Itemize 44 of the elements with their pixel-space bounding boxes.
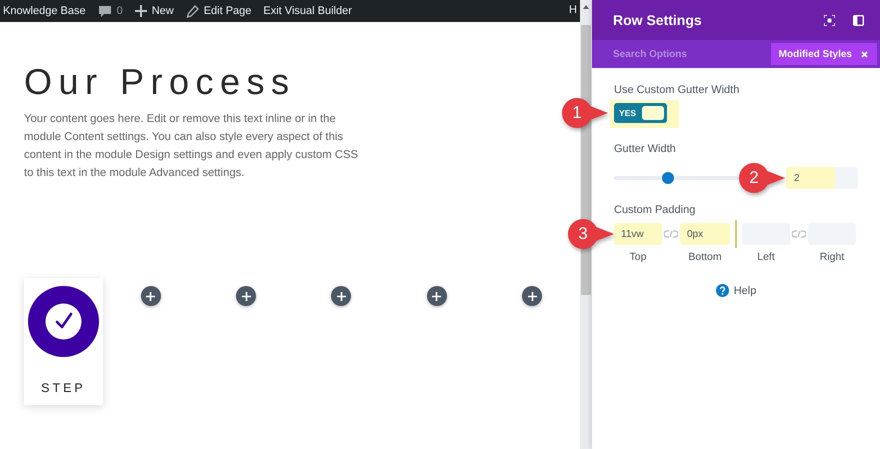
scroll-up-icon[interactable] bbox=[582, 3, 590, 11]
panel-title: Row Settings bbox=[613, 12, 703, 28]
plus-icon bbox=[528, 292, 537, 300]
toolbar-link[interactable]: Exit Visual Builder bbox=[263, 5, 352, 17]
toolbar-link[interactable]: 0 bbox=[98, 4, 123, 18]
step-label: STEP bbox=[41, 381, 86, 395]
filter-tab[interactable]: Modified Styles bbox=[770, 43, 877, 65]
toggle-switch[interactable]: YES bbox=[614, 103, 668, 123]
setting-label: Use Custom Gutter Width bbox=[614, 84, 740, 96]
page-heading: Our Process bbox=[24, 60, 297, 104]
field-label: Left bbox=[757, 251, 775, 263]
field-label: Top bbox=[630, 251, 646, 263]
body-text: Your content goes here. Edit or remove this text inline or in the module Content settings. You can also style every aspect of this content in the module Design settings and even apply custom CSS to this text in the module Advanced settings. bbox=[24, 112, 360, 181]
input-field[interactable]: 11vw bbox=[614, 223, 662, 245]
comment-icon bbox=[98, 4, 112, 18]
focus-icon[interactable] bbox=[824, 14, 835, 26]
toolbar-link[interactable]: Edit Page bbox=[186, 4, 252, 18]
plus-icon bbox=[146, 292, 156, 300]
sidebar-icon[interactable] bbox=[853, 14, 864, 26]
field-label: Right bbox=[820, 251, 844, 263]
plus-icon bbox=[432, 292, 442, 300]
add-module-button[interactable] bbox=[140, 286, 161, 306]
check-circle-icon bbox=[28, 286, 99, 357]
search-field[interactable]: Search Options bbox=[613, 48, 733, 60]
pencil-icon bbox=[186, 4, 199, 18]
add-module-button[interactable] bbox=[331, 286, 352, 306]
add-module-button[interactable] bbox=[522, 286, 542, 306]
toolbar-link[interactable]: Knowledge Base bbox=[3, 5, 86, 17]
slider-thumb[interactable] bbox=[662, 172, 674, 184]
plus-icon bbox=[336, 292, 346, 300]
plus-icon bbox=[134, 5, 147, 17]
toolbar-link[interactable]: New bbox=[134, 5, 174, 17]
input-field[interactable]: 2 bbox=[786, 167, 858, 189]
close-icon[interactable] bbox=[861, 50, 868, 58]
input-field[interactable]: 0px bbox=[680, 223, 730, 245]
toolbar-link[interactable]: H bbox=[569, 4, 577, 16]
help-icon bbox=[716, 284, 729, 297]
setting-label: Gutter Width bbox=[614, 143, 677, 155]
add-module-button[interactable] bbox=[426, 286, 447, 306]
add-module-button[interactable] bbox=[236, 286, 256, 306]
plus-icon bbox=[242, 292, 250, 300]
field-label: Bottom bbox=[688, 251, 722, 263]
setting-label: Custom Padding bbox=[614, 204, 696, 216]
help-link[interactable]: Help bbox=[716, 284, 756, 297]
